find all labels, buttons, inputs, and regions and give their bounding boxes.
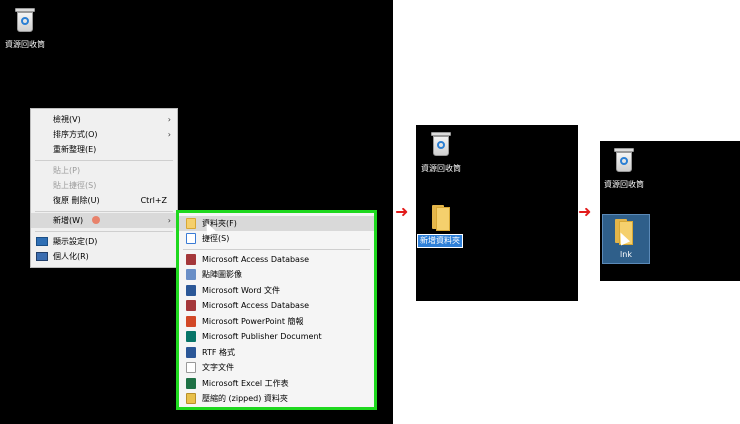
folder-rename-input[interactable]: 新增資料夾: [417, 234, 463, 248]
zip-folder-icon: [186, 393, 196, 404]
submenu-item-powerpoint[interactable]: Microsoft PowerPoint 簡報: [179, 314, 374, 329]
menu-item-sort-by[interactable]: 排序方式(O) ›: [31, 127, 177, 142]
submenu-item-excel-label: Microsoft Excel 工作表: [202, 379, 289, 388]
menu-item-personalize-label: 個人化(R): [53, 252, 89, 261]
step-arrow-icon: ➜: [395, 202, 409, 221]
submenu-item-publisher[interactable]: Microsoft Publisher Document: [179, 329, 374, 344]
submenu-separator: [183, 249, 370, 250]
submenu-item-excel[interactable]: Microsoft Excel 工作表: [179, 376, 374, 391]
submenu-item-rtf-label: RTF 格式: [202, 348, 236, 357]
menu-item-refresh[interactable]: 重新整理(E): [31, 142, 177, 157]
submenu-item-bitmap[interactable]: 點陣圖影像: [179, 267, 374, 282]
submenu-item-access-db-2-label: Microsoft Access Database: [202, 301, 310, 310]
display-icon: [36, 237, 48, 246]
folder-icon: [430, 203, 452, 231]
menu-item-new-label: 新增(W): [53, 216, 84, 225]
new-submenu: 資料夾(F) 捷徑(S) Microsoft Access Database 點…: [176, 210, 377, 410]
desktop-context-menu: 檢視(V) › 排序方式(O) › 重新整理(E) 貼上(P) 貼上捷徑(S) …: [30, 108, 178, 268]
submenu-item-publisher-label: Microsoft Publisher Document: [202, 332, 322, 341]
publisher-icon: [186, 331, 196, 342]
step-arrow-icon: ➜: [578, 202, 592, 221]
access-icon: [186, 254, 196, 265]
menu-separator: [35, 160, 173, 161]
recycle-bin-icon: [612, 146, 636, 174]
chevron-right-icon: ›: [167, 130, 171, 139]
menu-separator: [35, 211, 173, 212]
menu-item-display-settings-label: 顯示設定(D): [53, 237, 98, 246]
menu-item-paste-label: 貼上(P): [53, 166, 81, 175]
step3-recycle-bin-label: 資源回收筒: [604, 180, 644, 189]
menu-item-undo-delete-label: 復原 刪除(U): [53, 196, 100, 205]
submenu-item-access-db[interactable]: Microsoft Access Database: [179, 252, 374, 267]
menu-item-undo-delete[interactable]: 復原 刪除(U) Ctrl+Z: [31, 193, 177, 208]
submenu-item-zip-label: 壓縮的 (zipped) 資料夾: [202, 394, 288, 403]
bitmap-icon: [186, 269, 196, 280]
personalize-icon: [36, 252, 48, 261]
menu-item-paste-shortcut-label: 貼上捷徑(S): [53, 181, 97, 190]
menu-item-view[interactable]: 檢視(V) ›: [31, 112, 177, 127]
powerpoint-icon: [186, 316, 196, 327]
step2-recycle-bin[interactable]: 資源回收筒: [408, 130, 474, 174]
submenu-item-word-label: Microsoft Word 文件: [202, 286, 281, 295]
menu-item-view-label: 檢視(V): [53, 115, 81, 124]
menu-item-refresh-label: 重新整理(E): [53, 145, 97, 154]
word-icon: [186, 285, 196, 296]
excel-icon: [186, 378, 196, 389]
menu-item-display-settings[interactable]: 顯示設定(D): [31, 234, 177, 249]
recycle-bin-label: 資源回收筒: [5, 40, 45, 49]
menu-item-sort-by-label: 排序方式(O): [53, 130, 98, 139]
menu-item-new[interactable]: 新增(W) ›: [31, 213, 177, 228]
recycle-bin-icon: [13, 6, 37, 34]
undo-shortcut-text: Ctrl+Z: [140, 196, 167, 205]
menu-item-paste[interactable]: 貼上(P): [31, 163, 177, 178]
chevron-right-icon: ›: [167, 115, 171, 124]
folder-icon: [186, 218, 196, 229]
access-icon: [186, 300, 196, 311]
submenu-item-text-label: 文字文件: [202, 363, 234, 372]
submenu-item-text[interactable]: 文字文件: [179, 360, 374, 375]
shortcut-icon: [186, 233, 196, 244]
desktop-icon-recycle-bin[interactable]: 資源回收筒: [0, 6, 58, 50]
submenu-item-access-db-label: Microsoft Access Database: [202, 255, 310, 264]
text-icon: [186, 362, 196, 373]
step2-new-folder[interactable]: [430, 203, 452, 234]
submenu-item-access-db-2[interactable]: Microsoft Access Database: [179, 298, 374, 313]
submenu-item-zip[interactable]: 壓縮的 (zipped) 資料夾: [179, 391, 374, 406]
chevron-right-icon: ›: [167, 216, 171, 225]
step2-recycle-bin-label: 資源回收筒: [421, 164, 461, 173]
submenu-item-word[interactable]: Microsoft Word 文件: [179, 283, 374, 298]
cursor-dot-icon: [91, 216, 100, 224]
step3-folder-label: lnk: [620, 250, 632, 259]
step3-recycle-bin[interactable]: 資源回收筒: [591, 146, 657, 190]
menu-item-paste-shortcut[interactable]: 貼上捷徑(S): [31, 178, 177, 193]
recycle-bin-icon: [429, 130, 453, 158]
submenu-item-rtf[interactable]: RTF 格式: [179, 345, 374, 360]
submenu-item-powerpoint-label: Microsoft PowerPoint 簡報: [202, 317, 304, 326]
rtf-icon: [186, 347, 196, 358]
submenu-item-bitmap-label: 點陣圖影像: [202, 270, 242, 279]
menu-item-personalize[interactable]: 個人化(R): [31, 249, 177, 264]
menu-separator: [35, 231, 173, 232]
